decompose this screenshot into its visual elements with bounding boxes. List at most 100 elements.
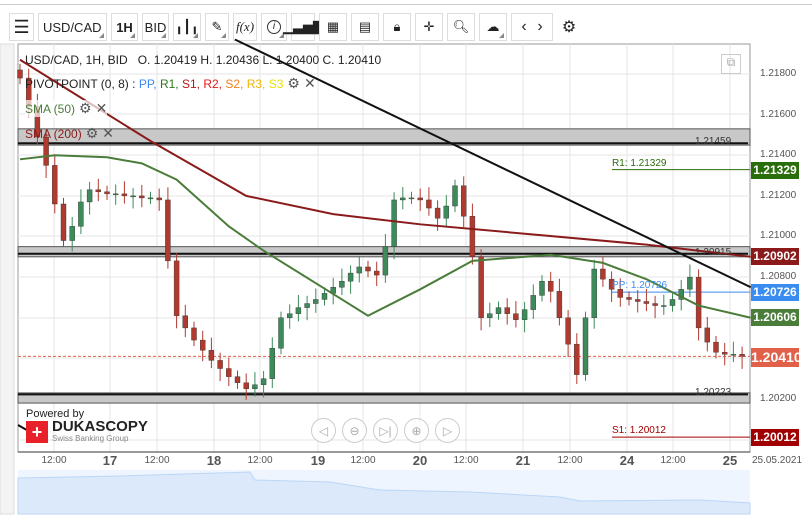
candle-body — [713, 341, 719, 353]
time-label: 17 — [102, 453, 118, 468]
gear-icon[interactable]: ⚙ — [79, 100, 92, 117]
price-tick: 1.21400 — [760, 149, 797, 161]
pivot-sep: : — [128, 77, 139, 91]
candle-body — [695, 276, 702, 329]
sma200-indicator: SMA (200) ⚙ ✕ — [25, 125, 114, 142]
candle-body — [365, 266, 371, 272]
scroll-right-icon: ▷ — [442, 423, 453, 438]
pivot-item-s3: S3 — [268, 77, 284, 91]
candle-body — [434, 207, 441, 219]
candle-body — [495, 307, 502, 314]
candle-body — [469, 215, 476, 258]
time-label: 24 — [619, 453, 635, 468]
candle-body — [643, 301, 650, 304]
candle-body — [252, 384, 258, 390]
candle-body — [730, 354, 737, 356]
zoom-out-button[interactable]: ⊖ — [342, 418, 367, 443]
scroll-end-button[interactable]: ▷| — [373, 418, 398, 443]
dukascopy-branding: Powered by + DUKASCOPY Swiss Banking Grou… — [26, 408, 148, 443]
pivot-item-r1: R1, — [159, 77, 182, 91]
candle-body — [347, 272, 354, 282]
pivot-item-s2: S2, — [225, 77, 247, 91]
scroll-right-button[interactable]: ▷ — [435, 418, 460, 443]
candle-body — [626, 297, 632, 300]
candle-body — [112, 193, 119, 196]
candle-body — [60, 203, 67, 241]
popout-icon: ⧉ — [726, 55, 736, 69]
candle-body — [417, 197, 423, 201]
scroll-left-button[interactable]: ◁ — [311, 418, 336, 443]
zoom-out-icon: ⊖ — [349, 423, 360, 438]
candle-body — [182, 315, 189, 329]
candle-body — [443, 205, 449, 219]
price-tick: 1.21600 — [760, 108, 797, 120]
candle-body — [304, 303, 310, 308]
level-label-1: 1.20915 — [695, 246, 732, 258]
price-label: 1.20410 — [751, 348, 802, 368]
candle-body — [391, 199, 397, 247]
candle-body — [339, 280, 345, 288]
candle-body — [313, 299, 319, 304]
candle-body — [130, 195, 136, 198]
time-label: 12:00 — [247, 455, 273, 466]
candle-body — [461, 185, 467, 217]
pivot-label-2: S1: 1.20012 — [612, 425, 666, 437]
candle-body — [635, 299, 641, 302]
zoom-in-button[interactable]: ⊕ — [404, 418, 429, 443]
candle-body — [121, 193, 128, 197]
candle-body — [521, 309, 528, 320]
close-icon[interactable]: ✕ — [96, 100, 108, 117]
price-label: 1.20012 — [751, 429, 799, 447]
swiss-cross-logo: + — [26, 420, 48, 443]
candle-body — [565, 317, 571, 345]
candle-body — [234, 376, 241, 383]
candle-body — [165, 199, 171, 262]
current-date: 25.05.2021 — [751, 455, 803, 466]
time-label: 21 — [515, 453, 531, 468]
price-label: 1.20606 — [751, 308, 799, 326]
time-label: 18 — [206, 453, 222, 468]
candle-body — [52, 165, 58, 205]
candle-body — [278, 317, 284, 349]
candle-body — [208, 350, 215, 361]
level-label-0: 1.21459 — [695, 136, 732, 148]
candle-body — [243, 382, 249, 390]
sma50-label: SMA (50) — [25, 102, 76, 116]
time-label: 12:00 — [453, 455, 479, 466]
candle-body — [574, 343, 580, 375]
close-icon[interactable]: ✕ — [304, 75, 316, 92]
candle-body — [356, 266, 362, 274]
price-tick: 1.21200 — [760, 189, 797, 201]
candle-body — [147, 197, 154, 200]
time-label: 12:00 — [557, 455, 583, 466]
candle-body — [539, 280, 545, 296]
left-scrollbar — [0, 43, 15, 515]
candle-body — [408, 197, 415, 200]
candle-body — [548, 280, 554, 292]
price-tick: 1.20200 — [760, 392, 797, 404]
pivot-label: PIVOTPOINT (0, 8) — [25, 77, 129, 91]
candle-body — [669, 299, 676, 306]
pivot-item-r3: R3, — [246, 77, 269, 91]
time-label: 12:00 — [660, 455, 686, 466]
popout-button[interactable]: ⧉ — [721, 54, 741, 74]
price-tick: 1.21000 — [760, 230, 797, 242]
candle-body — [591, 268, 597, 318]
candle-body — [260, 378, 267, 385]
brand-name: DUKASCOPY — [52, 418, 148, 435]
time-label: 12:00 — [350, 455, 376, 466]
gear-icon[interactable]: ⚙ — [287, 75, 300, 92]
candle-body — [400, 197, 406, 201]
scroll-left-icon: ◁ — [318, 423, 329, 438]
gear-icon[interactable]: ⚙ — [86, 125, 99, 142]
candle-body — [452, 185, 458, 207]
candle-body — [582, 317, 589, 375]
candle-body — [722, 352, 728, 355]
candle-body — [426, 199, 432, 209]
price-tick: 1.20800 — [760, 271, 797, 283]
candle-body — [321, 293, 328, 300]
close-icon[interactable]: ✕ — [102, 125, 114, 142]
candle-body — [687, 276, 693, 290]
candle-body — [104, 191, 110, 195]
time-label: 25 — [722, 453, 738, 468]
